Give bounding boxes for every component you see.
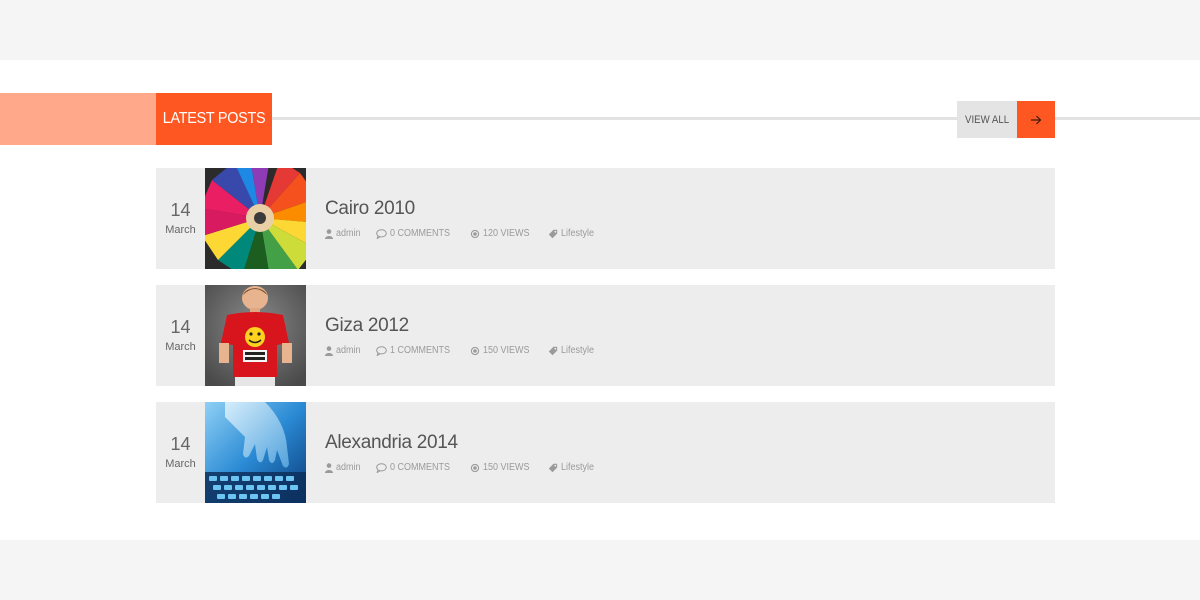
post-thumbnail[interactable] xyxy=(205,168,306,269)
post-item: 14 March xyxy=(156,168,1055,269)
tag-icon xyxy=(548,463,557,472)
post-title-link[interactable]: Cairo 2010 xyxy=(325,198,610,220)
eye-icon xyxy=(470,346,480,355)
user-icon xyxy=(325,345,333,356)
post-views: 150 VIEWS xyxy=(470,462,535,473)
post-month: March xyxy=(165,341,196,353)
post-month: March xyxy=(165,224,196,236)
view-all-arrow-button[interactable] xyxy=(1017,101,1055,138)
post-author: admin xyxy=(336,228,361,239)
post-comments: 0 COMMENTS xyxy=(390,228,451,239)
post-author-link[interactable]: admin xyxy=(325,345,363,356)
post-meta: admin 0 COMMENTS 150 VIEWS Lifestyle xyxy=(325,462,610,473)
post-comments-link[interactable]: 1 COMMENTS xyxy=(376,345,457,356)
boy-red-shirt-image xyxy=(205,285,306,386)
post-comments-link[interactable]: 0 COMMENTS xyxy=(376,228,457,239)
post-views-text: 150 VIEWS xyxy=(482,345,530,356)
comment-icon xyxy=(376,228,388,239)
post-category: Lifestyle xyxy=(560,228,594,239)
post-date: 14 March xyxy=(156,168,205,269)
post-info: Cairo 2010 admin 0 COMMENTS 120 VIEWS Li… xyxy=(306,168,610,269)
post-title-link[interactable]: Giza 2012 xyxy=(325,315,610,337)
post-info: Alexandria 2014 admin 0 COMMENTS 150 VIE… xyxy=(306,402,610,503)
section-title-text: LATEST POSTS xyxy=(162,110,266,127)
post-comments: 1 COMMENTS xyxy=(390,345,451,356)
post-day: 14 xyxy=(170,200,191,220)
post-category: Lifestyle xyxy=(560,462,594,473)
post-date: 14 March xyxy=(156,285,205,386)
post-views-text: 120 VIEWS xyxy=(482,228,530,239)
post-comments: 0 COMMENTS xyxy=(390,462,451,473)
post-category-link[interactable]: Lifestyle xyxy=(548,228,598,239)
post-comments-link[interactable]: 0 COMMENTS xyxy=(376,462,457,473)
post-meta: admin 1 COMMENTS 150 VIEWS Lifestyle xyxy=(325,345,610,356)
eye-icon xyxy=(470,463,480,472)
post-info: Giza 2012 admin 1 COMMENTS 150 VIEWS Lif… xyxy=(306,285,610,386)
comment-icon xyxy=(376,345,388,356)
arrow-right-icon xyxy=(1031,115,1042,124)
post-thumbnail[interactable] xyxy=(205,285,306,386)
eye-icon xyxy=(470,229,480,238)
post-title: Cairo 2010 xyxy=(325,198,415,219)
divider-line xyxy=(1055,117,1200,120)
post-views-text: 150 VIEWS xyxy=(482,462,530,473)
post-category: Lifestyle xyxy=(560,345,594,356)
comment-icon xyxy=(376,462,388,473)
post-author: admin xyxy=(336,345,361,356)
post-title-link[interactable]: Alexandria 2014 xyxy=(325,432,610,454)
post-item: 14 March xyxy=(156,285,1055,386)
post-item: 14 March xyxy=(156,402,1055,503)
post-day: 14 xyxy=(170,434,191,454)
post-author-link[interactable]: admin xyxy=(325,228,363,239)
post-month: March xyxy=(165,458,196,470)
tag-icon xyxy=(548,229,557,238)
tag-icon xyxy=(548,346,557,355)
view-all-label: VIEW ALL xyxy=(964,113,1010,126)
colored-pencils-image xyxy=(205,168,306,269)
section-accent-bar xyxy=(0,93,156,145)
user-icon xyxy=(325,462,333,473)
post-author: admin xyxy=(336,462,361,473)
post-author-link[interactable]: admin xyxy=(325,462,363,473)
post-meta: admin 0 COMMENTS 120 VIEWS Lifestyle xyxy=(325,228,610,239)
hand-keyboard-image xyxy=(205,402,306,503)
view-all-button[interactable]: VIEW ALL xyxy=(957,101,1017,138)
post-thumbnail[interactable] xyxy=(205,402,306,503)
section-title: LATEST POSTS xyxy=(156,93,272,145)
post-category-link[interactable]: Lifestyle xyxy=(548,462,598,473)
post-date: 14 March xyxy=(156,402,205,503)
post-category-link[interactable]: Lifestyle xyxy=(548,345,598,356)
post-day: 14 xyxy=(170,317,191,337)
post-views: 150 VIEWS xyxy=(470,345,535,356)
latest-posts-section: LATEST POSTS VIEW ALL 14 March Cairo 201… xyxy=(0,60,1200,540)
post-views: 120 VIEWS xyxy=(470,228,535,239)
divider-line xyxy=(272,117,957,120)
user-icon xyxy=(325,228,333,239)
post-title: Giza 2012 xyxy=(325,315,409,336)
post-title: Alexandria 2014 xyxy=(325,432,458,453)
